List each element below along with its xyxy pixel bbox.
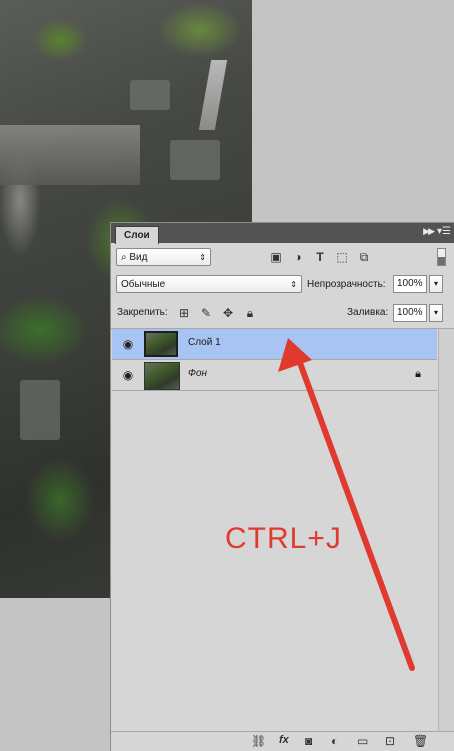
fill-field[interactable]: 100% bbox=[393, 304, 427, 322]
layer-row-layer1[interactable]: ◉ Слой 1 bbox=[112, 329, 437, 360]
filter-toggle[interactable] bbox=[437, 248, 446, 266]
filter-value: Вид bbox=[129, 252, 148, 263]
rock bbox=[20, 380, 60, 440]
panel-titlebar: Слои ▶▶ ▾☰ bbox=[111, 223, 454, 244]
layer-name[interactable]: Фон bbox=[188, 368, 207, 379]
layer-name[interactable]: Слой 1 bbox=[188, 337, 221, 348]
layer-filter-select[interactable]: ⌕ Вид ⇕ bbox=[116, 248, 211, 266]
layer-thumbnail bbox=[144, 331, 178, 357]
double-chevron-right-icon[interactable]: ▶▶ bbox=[423, 226, 435, 237]
link-icon[interactable]: ⛓ bbox=[251, 734, 266, 748]
mask-icon[interactable]: ◙ bbox=[305, 734, 312, 748]
opacity-dropdown[interactable]: ▾ bbox=[429, 275, 443, 293]
layer-thumbnail bbox=[144, 362, 180, 390]
stone-wall bbox=[0, 125, 140, 185]
lock-icon: 🔒︎ bbox=[415, 368, 421, 380]
smart-object-filter-icon[interactable]: ⧉ bbox=[357, 250, 371, 264]
layers-panel: Слои ▶▶ ▾☰ ⌕ Вид ⇕ ▣ ◑ T ⬚ ⧉ Обычные ⇕ Н… bbox=[110, 222, 454, 751]
fill-label: Заливка: bbox=[347, 307, 389, 318]
panel-menu-icon[interactable]: ▾☰ bbox=[437, 226, 451, 237]
waterfall bbox=[198, 60, 228, 130]
eye-icon[interactable]: ◉ bbox=[121, 337, 135, 351]
lock-image-icon[interactable]: ✎ bbox=[199, 306, 213, 320]
fx-icon[interactable]: fx bbox=[279, 734, 289, 746]
chevron-updown-icon: ⇕ bbox=[290, 280, 297, 289]
layer-row-background[interactable]: ◉ Фон 🔒︎ bbox=[112, 360, 437, 391]
trash-icon[interactable]: 🗑︎ bbox=[413, 734, 428, 748]
new-layer-icon[interactable]: ⊡ bbox=[385, 734, 395, 748]
fill-dropdown[interactable]: ▾ bbox=[429, 304, 443, 322]
opacity-field[interactable]: 100% bbox=[393, 275, 427, 293]
layers-scrollbar[interactable] bbox=[438, 329, 454, 731]
lock-all-icon[interactable]: 🔒︎ bbox=[243, 306, 257, 320]
type-filter-icon[interactable]: T bbox=[313, 250, 327, 264]
folder-icon[interactable]: ▭ bbox=[357, 734, 368, 748]
search-icon: ⌕ bbox=[121, 252, 127, 263]
panel-footer: ⛓ fx ◙ ◐ ▭ ⊡ 🗑︎ bbox=[111, 731, 454, 751]
lock-position-icon[interactable]: ✥ bbox=[221, 306, 235, 320]
rock bbox=[170, 140, 220, 180]
adjustment-filter-icon[interactable]: ◑ bbox=[291, 250, 305, 264]
rock bbox=[130, 80, 170, 110]
adjustment-icon[interactable]: ◐ bbox=[331, 734, 338, 748]
blend-mode-value: Обычные bbox=[121, 279, 166, 290]
eye-icon[interactable]: ◉ bbox=[121, 368, 135, 382]
annotation-text: CTRL+J bbox=[225, 522, 342, 555]
image-filter-icon[interactable]: ▣ bbox=[269, 250, 283, 264]
lock-label: Закрепить: bbox=[117, 307, 168, 318]
shape-filter-icon[interactable]: ⬚ bbox=[335, 250, 349, 264]
tab-layers[interactable]: Слои bbox=[115, 226, 159, 244]
lock-transparent-icon[interactable]: ⊞ bbox=[177, 306, 191, 320]
opacity-label: Непрозрачность: bbox=[307, 279, 386, 290]
chevron-updown-icon: ⇕ bbox=[199, 253, 206, 262]
blend-mode-select[interactable]: Обычные ⇕ bbox=[116, 275, 302, 293]
